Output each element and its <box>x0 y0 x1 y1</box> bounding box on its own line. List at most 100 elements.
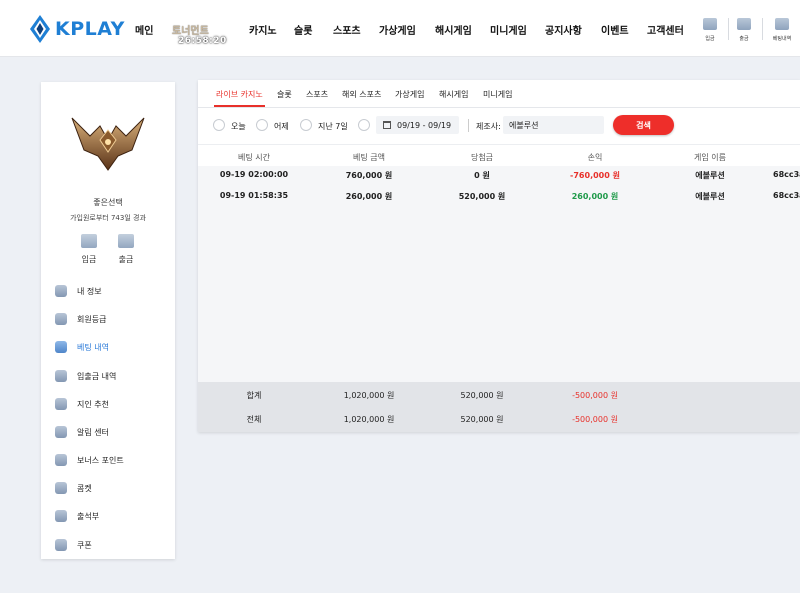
header-deposit-label: 입금 <box>695 35 725 42</box>
table-body: 09-19 02:00:00 760,000 원 0 원 -760,000 원 … <box>198 166 800 382</box>
sidebar-item-label: 쿠폰 <box>77 540 92 551</box>
game-tabs: 라이브 카지노 슬롯 스포츠 해외 스포츠 가상게임 해시게임 미니게임 <box>198 80 800 108</box>
summary-bet-amount: 1,020,000 원 <box>344 390 395 401</box>
member-since-note: 가입원로부터 743일 경과 <box>41 213 175 223</box>
cell-game-name: 에볼루션 <box>695 170 724 181</box>
cell-bet-time: 09-19 01:58:35 <box>220 191 288 200</box>
summary-label: 전체 <box>247 414 262 425</box>
sidebar-deposit-label: 입금 <box>74 254 104 265</box>
kplay-logo-icon <box>28 14 52 44</box>
date-range-picker[interactable]: 09/19 - 09/19 <box>376 116 459 134</box>
radio-yesterday-label: 어제 <box>274 121 289 132</box>
sidebar-item-label: 베팅 내역 <box>77 342 109 353</box>
sidebar-withdraw-button[interactable]: 출금 <box>111 234 141 265</box>
sidebar-item-attendance[interactable]: 출석부 <box>55 507 99 525</box>
cell-bet-time: 09-19 02:00:00 <box>220 170 288 179</box>
grade-icon <box>55 313 67 325</box>
tab-live-casino[interactable]: 라이브 카지노 <box>216 89 263 100</box>
nav-virtual[interactable]: 가상게임 <box>379 22 416 37</box>
nav-hash[interactable]: 해시게임 <box>435 22 472 37</box>
nav-casino[interactable]: 카지노 <box>249 22 277 37</box>
withdraw-icon <box>737 18 751 30</box>
summary-winnings: 520,000 원 <box>461 414 504 425</box>
tab-sports[interactable]: 스포츠 <box>306 89 328 100</box>
sidebar-item-bet-history[interactable]: 베팅 내역 <box>55 338 109 356</box>
header-bet-history-button[interactable]: 베팅내역 <box>767 18 797 42</box>
cell-profit-loss: 260,000 원 <box>572 191 619 202</box>
sidebar-item-referral[interactable]: 지인 추천 <box>55 395 109 413</box>
active-tab-indicator <box>214 105 265 107</box>
maker-input[interactable] <box>503 116 604 134</box>
sidebar-item-transactions[interactable]: 입출금 내역 <box>55 367 116 385</box>
search-button[interactable]: 검색 <box>613 115 674 135</box>
summary-winnings: 520,000 원 <box>461 390 504 401</box>
nav-tournament[interactable]: 토너먼트 <box>172 22 209 37</box>
radio-last7-label: 지난 7일 <box>318 121 348 132</box>
date-range-value: 09/19 - 09/19 <box>397 121 451 130</box>
calendar-icon <box>383 121 391 129</box>
filter-bar: 오늘 어제 지난 7일 09/19 - 09/19 제조사: 검색 <box>198 109 800 143</box>
maker-label: 제조사: <box>476 121 501 132</box>
sidebar-item-profile[interactable]: 내 정보 <box>55 282 102 300</box>
coupon-icon <box>55 539 67 551</box>
nav-notice[interactable]: 공지사항 <box>545 22 582 37</box>
bell-icon <box>55 426 67 438</box>
summary-bet-amount: 1,020,000 원 <box>344 414 395 425</box>
rank-emblem-icon <box>70 106 146 172</box>
radio-custom-range[interactable] <box>358 119 370 131</box>
sidebar-item-label: 콤켓 <box>77 483 92 494</box>
col-bet-time: 베팅 시간 <box>238 152 270 163</box>
summary-row-total: 전체 1,020,000 원 520,000 원 -500,000 원 <box>198 410 800 432</box>
sidebar-deposit-button[interactable]: 입금 <box>74 234 104 265</box>
cell-profit-loss: -760,000 원 <box>570 170 620 181</box>
table-summary: 합계 1,020,000 원 520,000 원 -500,000 원 전체 1… <box>198 382 800 432</box>
table-row[interactable]: 09-19 01:58:35 260,000 원 520,000 원 260,0… <box>198 187 800 207</box>
tournament-countdown: 26:58:20 <box>178 36 227 46</box>
cell-winnings: 520,000 원 <box>459 191 506 202</box>
radio-yesterday[interactable] <box>256 119 268 131</box>
tab-slot[interactable]: 슬롯 <box>277 89 292 100</box>
bet-history-icon <box>55 341 67 353</box>
radio-last7[interactable] <box>300 119 312 131</box>
tab-hash[interactable]: 해시게임 <box>439 89 468 100</box>
username: 좋은선택 <box>41 197 175 208</box>
cell-game-name: 에볼루션 <box>695 191 724 202</box>
summary-profit-loss: -500,000 원 <box>572 414 618 425</box>
sidebar-item-label: 회원등급 <box>77 314 106 325</box>
bet-history-icon <box>775 18 789 30</box>
sidebar-item-grade[interactable]: 회원등급 <box>55 310 106 328</box>
tab-overseas-sports[interactable]: 해외 스포츠 <box>342 89 381 100</box>
sidebar-withdraw-label: 출금 <box>111 254 141 265</box>
logo-text: KPLAY <box>55 18 125 40</box>
cell-bet-amount: 760,000 원 <box>346 170 393 181</box>
nav-sports[interactable]: 스포츠 <box>333 22 361 37</box>
sidebar-item-label: 보너스 포인트 <box>77 455 124 466</box>
logo[interactable]: KPLAY <box>28 14 125 44</box>
sidebar-item-bonus-points[interactable]: 보너스 포인트 <box>55 451 124 469</box>
header-bet-history-label: 베팅내역 <box>767 35 797 42</box>
table-row[interactable]: 09-19 02:00:00 760,000 원 0 원 -760,000 원 … <box>198 166 800 186</box>
nav-support[interactable]: 고객센터 <box>647 22 684 37</box>
nav-mini[interactable]: 미니게임 <box>490 22 527 37</box>
radio-today[interactable] <box>213 119 225 131</box>
tab-mini[interactable]: 미니게임 <box>483 89 512 100</box>
top-header: KPLAY 메인 토너먼트 26:58:20 카지노 슬롯 스포츠 가상게임 해… <box>0 0 800 57</box>
sidebar-item-coupon[interactable]: 쿠폰 <box>55 536 92 554</box>
nav-main[interactable]: 메인 <box>135 22 153 37</box>
nav-event[interactable]: 이벤트 <box>601 22 629 37</box>
sidebar-item-wallet[interactable]: 콤켓 <box>55 479 92 497</box>
header-deposit-button[interactable]: 입금 <box>695 18 725 42</box>
nav-slot[interactable]: 슬롯 <box>294 22 312 37</box>
sidebar-item-label: 알림 센터 <box>77 427 109 438</box>
deposit-icon <box>81 234 97 248</box>
summary-label: 합계 <box>247 390 262 401</box>
filter-divider <box>468 119 469 132</box>
deposit-icon <box>703 18 717 30</box>
sidebar-item-label: 출석부 <box>77 511 99 522</box>
sidebar-item-notifications[interactable]: 알림 센터 <box>55 423 109 441</box>
mypage-sidebar: 좋은선택 가입원로부터 743일 경과 입금 출금 내 정보 회원등급 베팅 내… <box>41 82 175 559</box>
bet-history-panel: 라이브 카지노 슬롯 스포츠 해외 스포츠 가상게임 해시게임 미니게임 오늘 … <box>198 80 800 432</box>
header-withdraw-button[interactable]: 출금 <box>729 18 759 42</box>
summary-profit-loss: -500,000 원 <box>572 390 618 401</box>
tab-virtual[interactable]: 가상게임 <box>395 89 424 100</box>
